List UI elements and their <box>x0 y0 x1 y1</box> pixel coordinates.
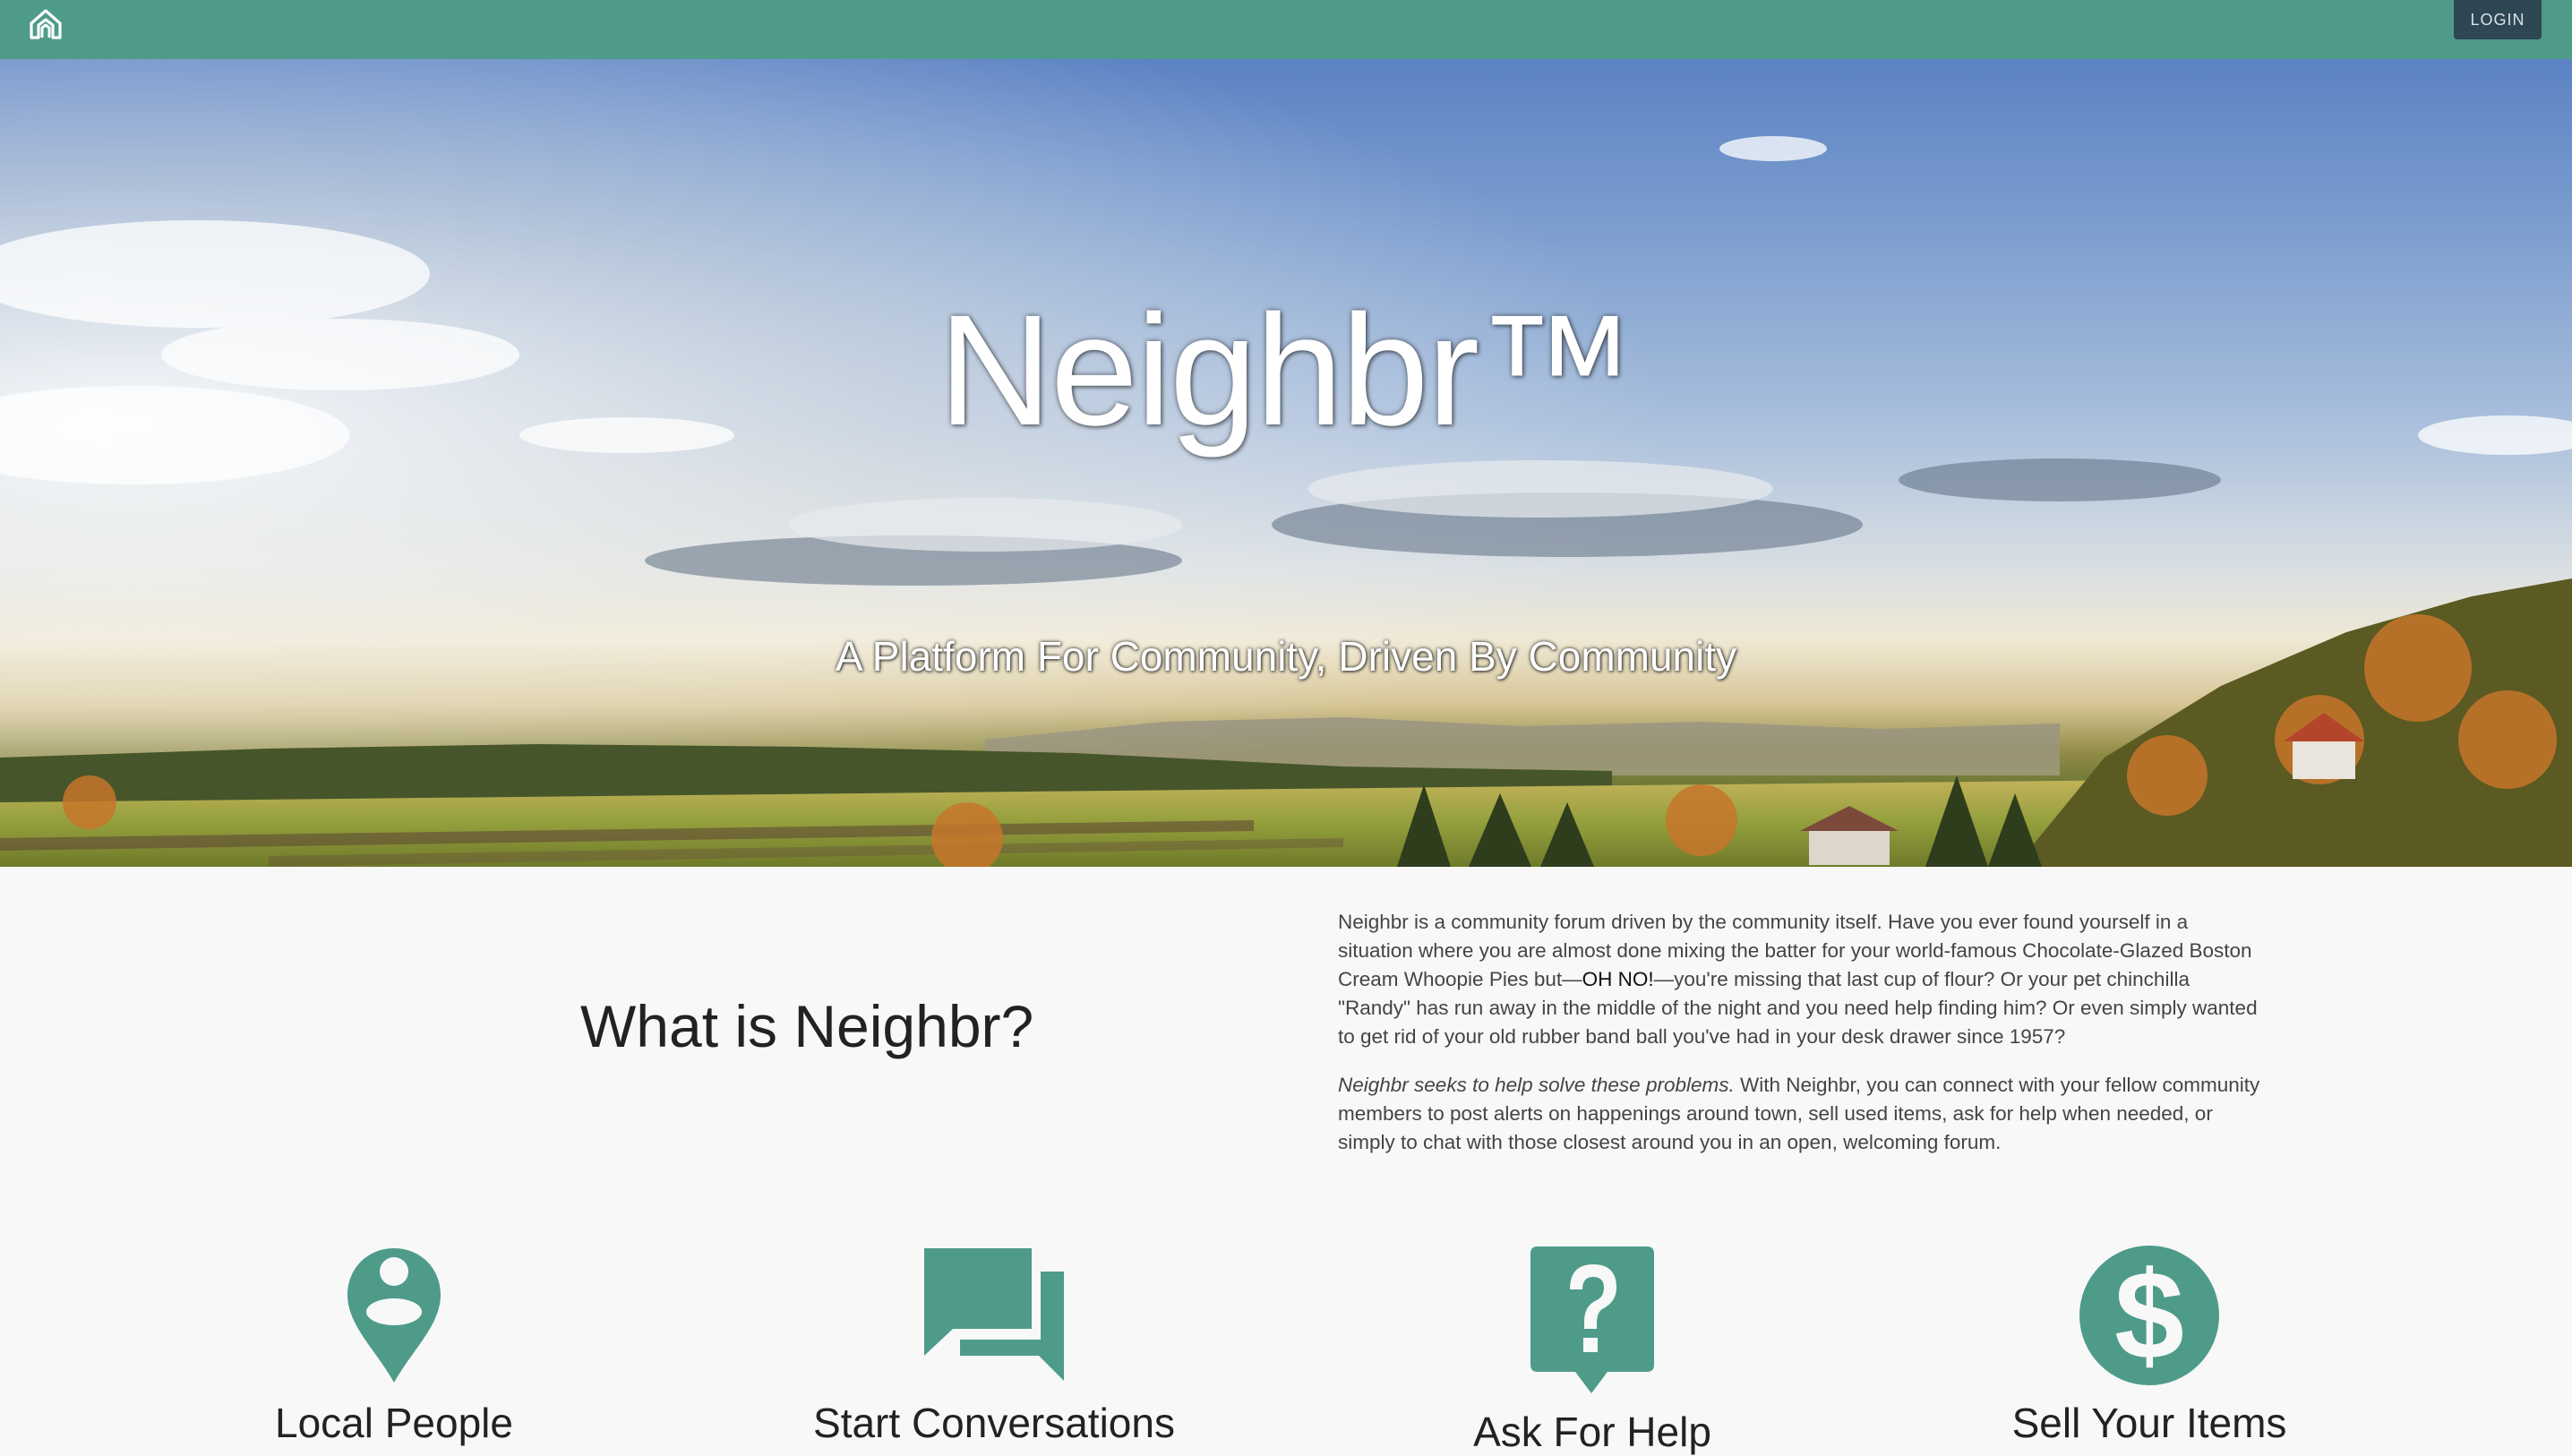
feature-ask-for-help: Ask For Help <box>1413 1245 1771 1456</box>
landscape-image <box>0 59 2572 867</box>
about-description: Neighbr is a community forum driven by t… <box>1338 908 2260 1177</box>
feature-local-people: Local People <box>215 1245 573 1447</box>
feature-sell-items: $ Sell Your Items <box>1970 1245 2328 1447</box>
hero-title: Neighbr™ <box>938 283 1635 458</box>
top-navbar: LOGIN <box>0 0 2572 59</box>
feature-start-conversations: Start Conversations <box>806 1245 1182 1447</box>
feature-label-start-conversations: Start Conversations <box>813 1400 1175 1446</box>
feature-label-ask-for-help: Ask For Help <box>1473 1409 1711 1455</box>
chat-bubbles-icon <box>924 1248 1064 1381</box>
about-paragraph-2-italic: Neighbr seeks to help solve these proble… <box>1338 1074 1735 1096</box>
home-icon[interactable] <box>27 5 64 43</box>
about-heading: What is Neighbr? <box>580 993 1034 1059</box>
svg-text:$: $ <box>2114 1245 2184 1385</box>
about-paragraph-1-emphasis: OH NO! <box>1582 968 1654 990</box>
feature-label-sell-items: Sell Your Items <box>2011 1400 2287 1446</box>
about-paragraph-1: Neighbr is a community forum driven by t… <box>1338 908 2260 1051</box>
login-button[interactable]: LOGIN <box>2454 0 2542 39</box>
hero-banner: Neighbr™ A Platform For Community, Drive… <box>0 59 2572 867</box>
dollar-circle-icon: $ <box>2079 1245 2219 1385</box>
about-paragraph-2: Neighbr seeks to help solve these proble… <box>1338 1071 2260 1157</box>
location-person-icon <box>347 1248 441 1383</box>
feature-label-local-people: Local People <box>275 1400 513 1446</box>
hero-subtitle: A Platform For Community, Driven By Comm… <box>835 633 1737 680</box>
question-bubble-icon <box>1530 1246 1654 1393</box>
